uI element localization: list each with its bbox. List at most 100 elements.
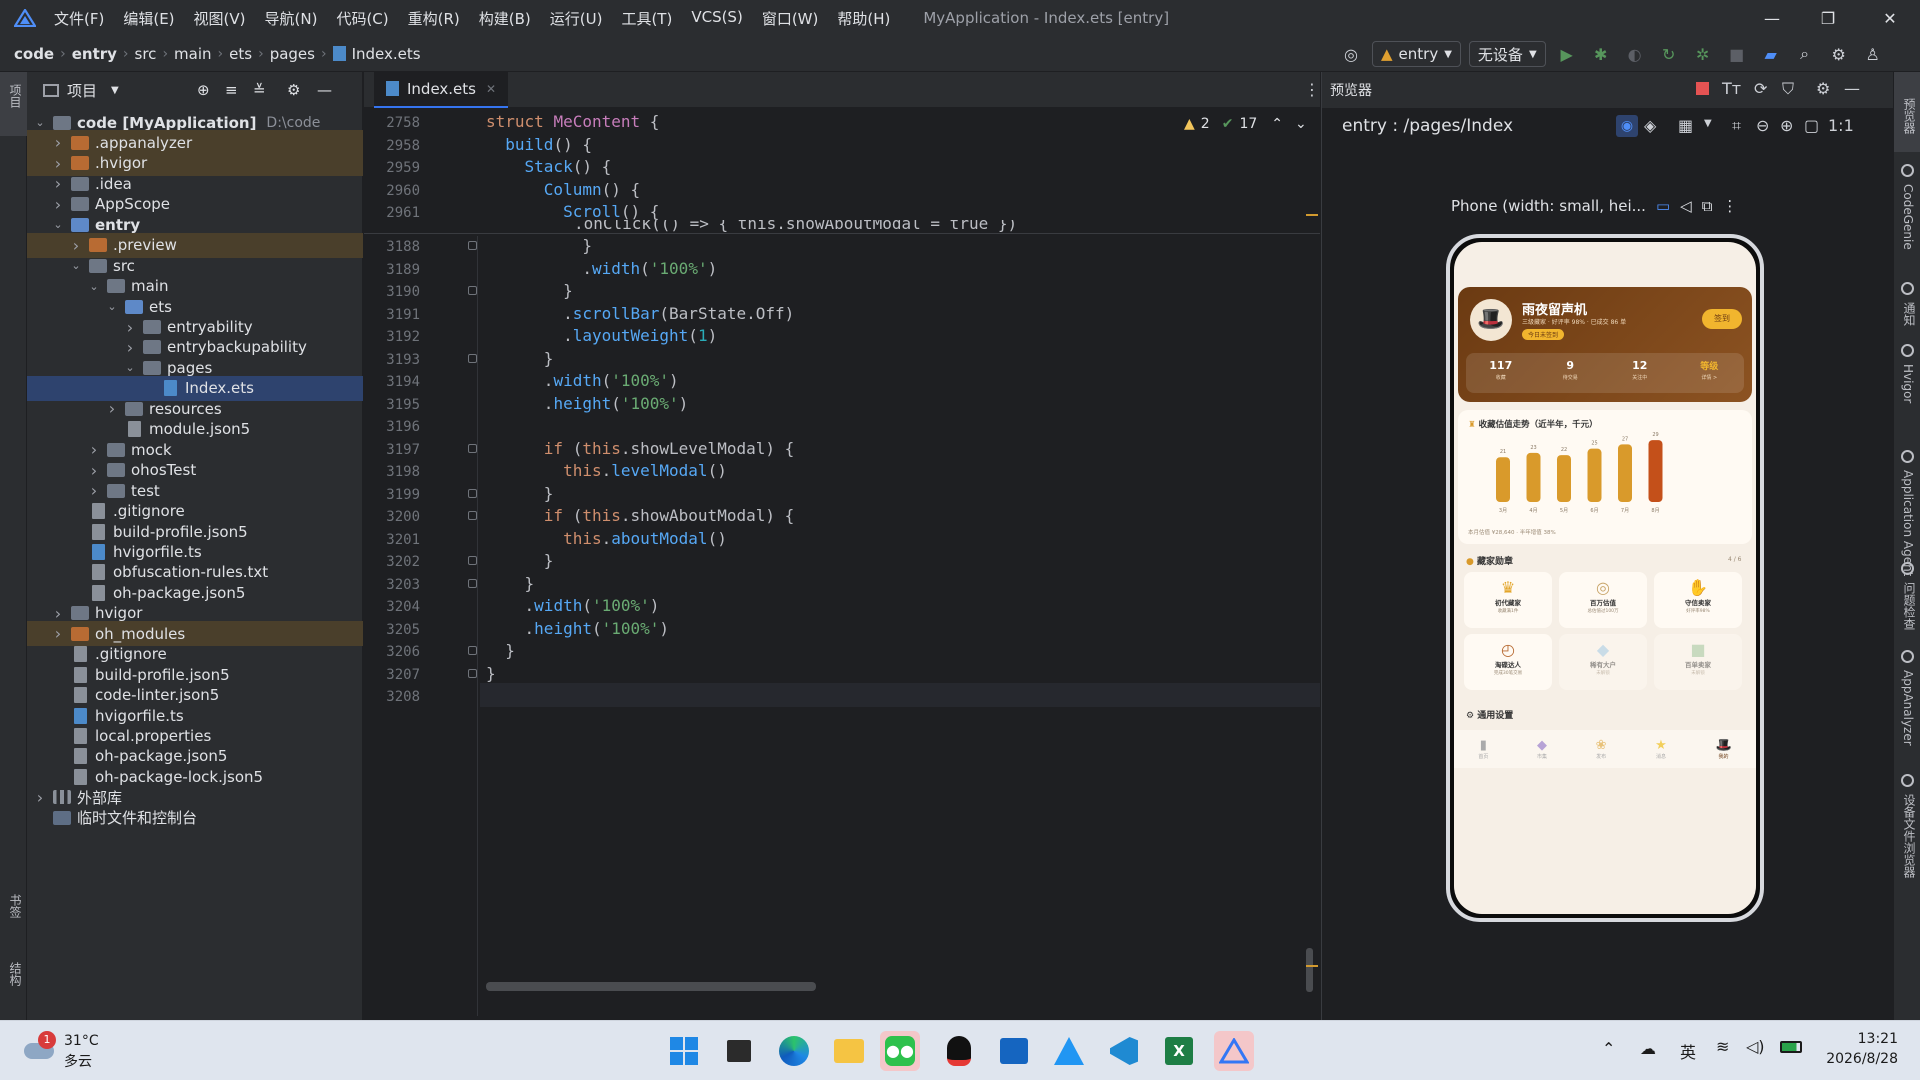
file-explorer-app[interactable] — [829, 1031, 869, 1071]
device-select[interactable]: 无设备 ▼ — [1468, 41, 1546, 67]
horizontal-scrollbar[interactable] — [486, 982, 816, 991]
code-line[interactable]: } — [486, 236, 592, 255]
minimize-button[interactable]: — — [1744, 0, 1800, 36]
inspection-widget[interactable]: ▲ 2 ✔ 17 ⌃ ⌄ — [1184, 116, 1307, 132]
chevron-right-icon[interactable]: › — [87, 440, 101, 459]
profile-icon[interactable]: ◐ — [1622, 41, 1648, 67]
code-line[interactable]: this.aboutModal() — [486, 529, 727, 548]
bottom-nav-item[interactable]: ◆ 市集 — [1537, 738, 1547, 760]
more-options-icon[interactable]: ⋮ — [1304, 80, 1320, 99]
crop-icon[interactable]: ⌗ — [1732, 116, 1741, 136]
code-line[interactable]: .width('100%') — [486, 596, 660, 615]
tool-window-label[interactable]: 问题检查 — [1901, 582, 1918, 630]
menu-item[interactable]: 导航(N) — [265, 8, 318, 29]
cloud-tray-icon[interactable]: ☁ — [1640, 1039, 1656, 1058]
badge-card[interactable]: ◴ 淘碟达人 完成30笔交易 — [1464, 634, 1552, 690]
code-line[interactable]: .scrollBar(BarState.Off) — [486, 304, 794, 323]
vertical-scrollbar[interactable] — [1306, 948, 1313, 992]
breadcrumb-item[interactable]: ets — [229, 45, 252, 63]
volume-icon[interactable]: ◁) — [1746, 1037, 1765, 1056]
code-line[interactable]: } — [486, 484, 554, 503]
refresh-icon[interactable]: ⟳ — [1754, 79, 1767, 98]
fold-icon[interactable]: ⧉ — [1702, 197, 1713, 215]
fold-marker-icon[interactable] — [468, 511, 477, 520]
chevron-down-icon[interactable]: ⌄ — [69, 259, 83, 272]
maximize-button[interactable]: ❐ — [1800, 0, 1856, 36]
chevron-right-icon[interactable]: › — [123, 338, 137, 357]
tool-window-icon[interactable] — [1901, 450, 1914, 463]
fold-marker-icon[interactable] — [468, 286, 477, 295]
code-line[interactable]: Stack() { — [486, 157, 612, 176]
menu-item[interactable]: 编辑(E) — [123, 8, 174, 29]
target-icon[interactable]: ◎ — [1338, 41, 1364, 67]
fold-marker-icon[interactable] — [468, 443, 477, 453]
code-line[interactable]: Scroll() { — [486, 202, 659, 221]
code-line[interactable]: .width('100%') — [486, 371, 679, 390]
weather-widget[interactable]: 1 31°C 多云 — [20, 1031, 140, 1071]
chevron-right-icon[interactable]: › — [51, 133, 65, 152]
breadcrumb-item[interactable]: code — [14, 45, 54, 63]
stat-item[interactable]: 9 待交易 — [1536, 353, 1606, 393]
fold-marker-icon[interactable] — [468, 578, 477, 588]
code-line[interactable]: this.levelModal() — [486, 461, 727, 480]
stat-item[interactable]: 等级 详情 > — [1675, 353, 1745, 393]
gear-icon[interactable]: ⚙ — [287, 81, 300, 99]
wechat-app[interactable]: ●● — [880, 1031, 920, 1071]
fold-marker-icon[interactable] — [468, 646, 477, 655]
chevron-right-icon[interactable]: › — [87, 481, 101, 500]
chevron-up-icon[interactable]: ⌃ — [1271, 116, 1283, 132]
font-size-icon[interactable]: Tт — [1722, 79, 1741, 98]
chevron-right-icon[interactable]: › — [123, 318, 137, 337]
attach-debugger-icon[interactable]: ✲ — [1690, 41, 1716, 67]
fold-marker-icon[interactable] — [468, 556, 477, 565]
search-icon[interactable]: ⌕ — [1792, 41, 1818, 67]
tool-window-label[interactable]: 设备文件浏览器 — [1901, 794, 1918, 878]
code-area[interactable]: struct MeContent { build() { Stack() { C… — [364, 108, 1320, 1020]
expand-all-icon[interactable]: ≡ — [225, 81, 238, 99]
code-line[interactable]: } — [486, 349, 554, 368]
fold-marker-icon[interactable] — [468, 241, 477, 250]
bottom-nav-item[interactable]: 🎩 我的 — [1715, 738, 1731, 760]
menu-item[interactable]: VCS(S) — [691, 8, 742, 29]
code-line[interactable]: struct MeContent { — [486, 112, 659, 131]
locate-icon[interactable]: ⊕ — [197, 81, 210, 99]
excel-app[interactable]: X — [1159, 1031, 1199, 1071]
tool-window-icon[interactable] — [1901, 774, 1914, 787]
breadcrumb-item[interactable]: pages — [270, 45, 315, 63]
menu-item[interactable]: 工具(T) — [621, 8, 672, 29]
badge-card[interactable]: ♛ 初代藏家 收藏满1件 — [1464, 572, 1552, 628]
menu-item[interactable]: 文件(F) — [54, 8, 104, 29]
feishu-app[interactable] — [1049, 1031, 1089, 1071]
vscode-app[interactable] — [1104, 1031, 1144, 1071]
bookmarks-tool-label[interactable]: 书签 — [7, 894, 24, 918]
account-icon[interactable]: ♙ — [1860, 41, 1886, 67]
tool-window-label[interactable]: 通知 — [1901, 302, 1918, 326]
chevron-right-icon[interactable]: › — [51, 604, 65, 623]
code-line[interactable]: Column() { — [486, 180, 640, 199]
collapse-all-icon[interactable]: ≚ — [253, 81, 266, 99]
fold-marker-icon[interactable] — [468, 353, 477, 363]
tool-window-label[interactable]: Application Agent — [1901, 470, 1915, 576]
menu-item[interactable]: 重构(R) — [408, 8, 460, 29]
chevron-right-icon[interactable]: › — [51, 624, 65, 643]
battery-icon[interactable] — [1780, 1041, 1802, 1053]
code-line[interactable]: if (this.showLevelModal) { — [486, 439, 794, 458]
tool-window-icon[interactable] — [1901, 164, 1914, 177]
stop-icon[interactable]: ■ — [1724, 41, 1750, 67]
wifi-icon[interactable]: ≋ — [1716, 1037, 1729, 1056]
run-icon[interactable]: ▶ — [1554, 41, 1580, 67]
fold-marker-icon[interactable] — [468, 668, 477, 678]
start-button[interactable] — [664, 1031, 704, 1071]
debug-icon[interactable]: ✱ — [1588, 41, 1614, 67]
badge-card[interactable]: ✋ 守信卖家 好评率98% — [1654, 572, 1742, 628]
code-line[interactable]: if (this.showAboutModal) { — [486, 506, 794, 525]
chevron-down-icon[interactable]: ⌄ — [87, 280, 101, 293]
chevron-right-icon[interactable]: › — [87, 461, 101, 480]
bottom-nav-item[interactable]: ★ 消息 — [1655, 738, 1667, 760]
multi-device-icon[interactable]: ▭ — [1656, 197, 1670, 215]
avatar[interactable]: 🎩 — [1470, 299, 1512, 341]
badge-card[interactable]: ◆ 稀有大户 未解锁 — [1559, 634, 1647, 690]
menu-item[interactable]: 代码(C) — [336, 8, 388, 29]
grid-icon[interactable]: ▦ — [1678, 116, 1693, 135]
code-line[interactable]: .height('100%') — [486, 619, 670, 638]
